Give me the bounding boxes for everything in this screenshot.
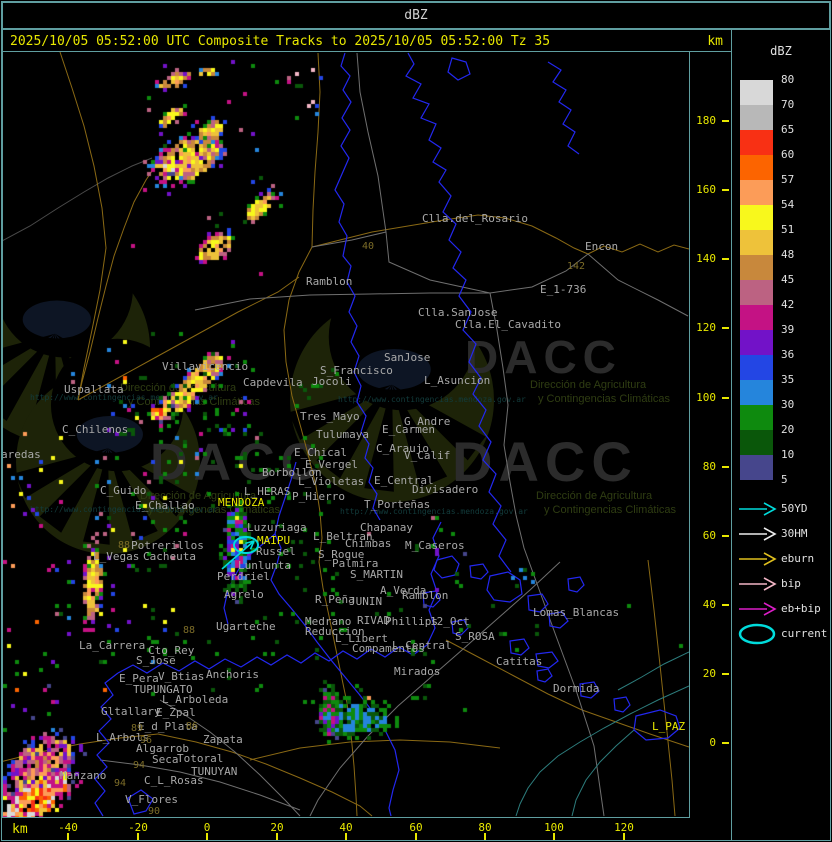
current-cell-ellipse-icon <box>233 536 259 554</box>
x-axis-tick-mark <box>553 833 555 840</box>
current-track-marker <box>221 536 259 570</box>
legend-track-label: eb+bip <box>781 602 821 615</box>
track-arrow-icon <box>739 577 777 591</box>
legend-swatch <box>740 280 773 305</box>
y-axis-tick-mark <box>722 466 729 468</box>
x-axis-tick-mark <box>206 833 208 840</box>
legend-track-label: bip <box>781 577 801 590</box>
x-axis-tick-mark <box>67 833 69 840</box>
legend-scale-label: 54 <box>781 198 795 211</box>
legend-swatch <box>740 355 773 380</box>
legend-track-label: eburn <box>781 552 815 565</box>
y-axis-tick-label: 20 <box>702 667 716 680</box>
y-axis-tick-label: 0 <box>709 736 716 749</box>
y-axis-tick-label: 40 <box>702 598 716 611</box>
y-axis-tick-mark <box>722 535 729 537</box>
y-axis-tick-mark <box>722 742 729 744</box>
legend-scale-label: 5 <box>781 473 788 486</box>
legend-swatch <box>740 105 773 130</box>
track-arrow-icon <box>739 552 777 566</box>
y-axis-tick-label: 180 <box>696 114 716 127</box>
legend-title: dBZ <box>770 44 792 58</box>
title-bar: dBZ <box>2 2 830 29</box>
x-axis-tick-mark <box>415 833 417 840</box>
legend-swatch <box>740 230 773 255</box>
legend-track-label: 50YD <box>781 502 808 515</box>
x-axis-tick-mark <box>276 833 278 840</box>
legend-scale-label: 80 <box>781 73 795 86</box>
legend-scale-label: 65 <box>781 123 795 136</box>
legend-scale-label: 39 <box>781 323 795 336</box>
legend-swatch <box>740 405 773 430</box>
track-arrow-icon <box>739 527 777 541</box>
legend-swatch <box>740 305 773 330</box>
x-axis-unit-label: km <box>12 822 28 837</box>
legend-swatch <box>740 205 773 230</box>
legend-swatch <box>740 330 773 355</box>
x-axis-tick-mark <box>345 833 347 840</box>
legend-scale-label: 48 <box>781 248 795 261</box>
legend-scale-label: 57 <box>781 173 795 186</box>
track-direction-arrow-icon <box>221 540 255 570</box>
legend-swatch <box>740 255 773 280</box>
y-axis-tick-mark <box>722 327 729 329</box>
track-arrow-icon <box>739 602 777 616</box>
y-axis-tick-label: 120 <box>696 321 716 334</box>
legend-scale-label: 36 <box>781 348 795 361</box>
y-axis-tick-label: 160 <box>696 183 716 196</box>
legend-track-label: 30HM <box>781 527 808 540</box>
legend-scale-label: 60 <box>781 148 795 161</box>
x-axis-tick-mark <box>623 833 625 840</box>
legend-scale-label: 20 <box>781 423 795 436</box>
y-axis-tick-label: 140 <box>696 252 716 265</box>
x-axis-tick-mark <box>137 833 139 840</box>
legend-swatch <box>740 80 773 105</box>
window-title: dBZ <box>404 8 428 23</box>
legend-panel: dBZ 80 70 65 60 57 54 51 48 45 42 39 36 35 30 20 10 5 50… <box>731 29 831 841</box>
legend-scale-label: 45 <box>781 273 795 286</box>
y-axis-tick-mark <box>722 673 729 675</box>
legend-track-label: current <box>781 627 828 640</box>
radar-app: { "title_bar": {"title": "dBZ"}, "header… <box>0 0 832 842</box>
legend-swatch <box>740 155 773 180</box>
y-axis-tick-mark <box>722 120 729 122</box>
legend-scale-label: 42 <box>781 298 795 311</box>
y-axis-tick-mark <box>722 189 729 191</box>
legend-swatch <box>740 455 773 480</box>
radar-map-panel[interactable]: DACCDACCDACCDirección de Agriculturay Co… <box>2 51 690 818</box>
header-bar: 2025/10/05 05:52:00 UTC Composite Tracks… <box>2 29 732 52</box>
y-axis-tick-label: 80 <box>702 460 716 473</box>
legend-swatch <box>740 180 773 205</box>
legend-swatch <box>740 130 773 155</box>
current-ellipse-icon <box>738 623 776 645</box>
y-axis-tick-mark <box>722 397 729 399</box>
x-axis-tick-mark <box>484 833 486 840</box>
legend-scale-label: 10 <box>781 448 795 461</box>
y-axis-tick-mark <box>722 604 729 606</box>
timestamp-text: 2025/10/05 05:52:00 UTC Composite Tracks… <box>10 34 551 49</box>
legend-swatch <box>740 380 773 405</box>
y-axis-unit-label: km <box>707 34 723 49</box>
track-arrow-icon <box>739 502 777 516</box>
legend-scale-label: 30 <box>781 398 795 411</box>
y-axis-tick-label: 100 <box>696 391 716 404</box>
y-axis-tick-label: 60 <box>702 529 716 542</box>
legend-scale-label: 35 <box>781 373 795 386</box>
legend-scale-label: 51 <box>781 223 795 236</box>
y-axis-tick-mark <box>722 258 729 260</box>
legend-scale-label: 70 <box>781 98 795 111</box>
legend-swatch <box>740 430 773 455</box>
